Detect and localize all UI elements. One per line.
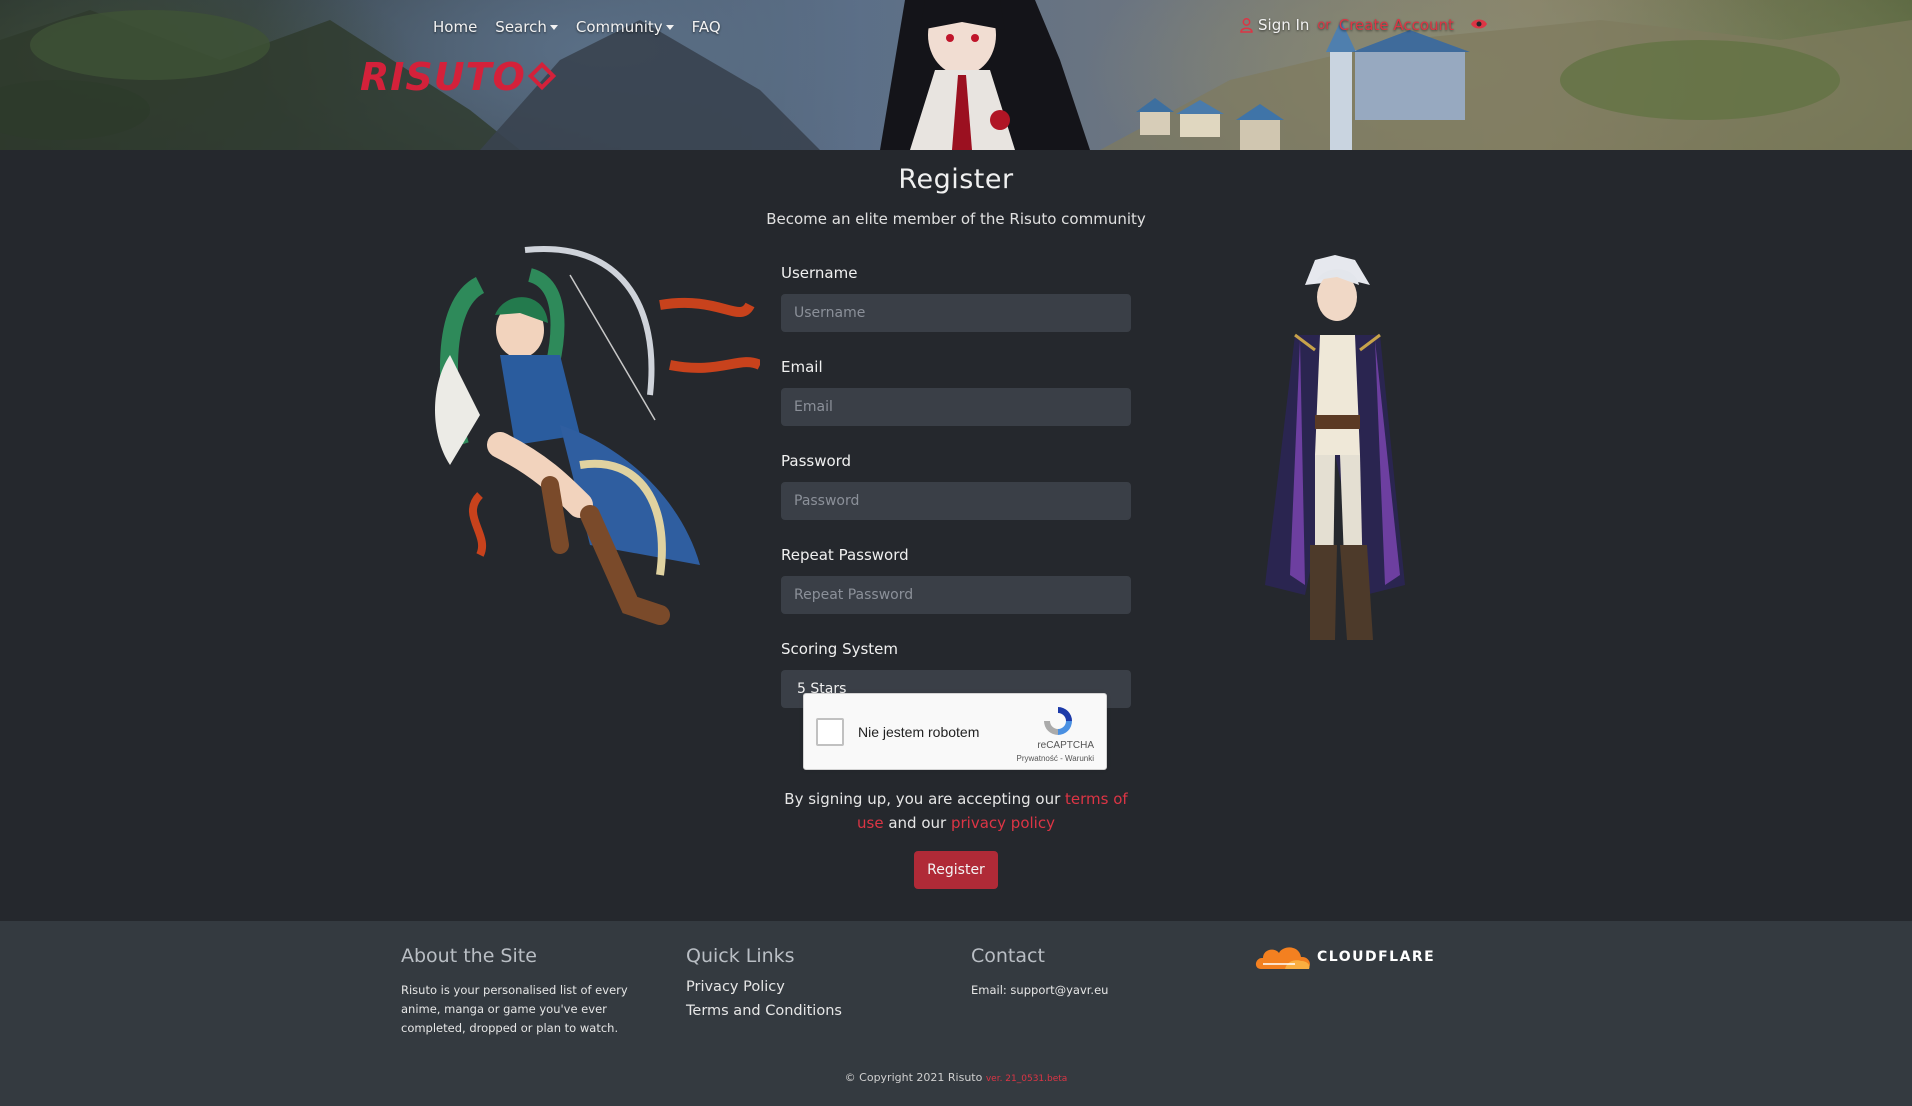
footer-quick-links-heading: Quick Links <box>686 945 795 967</box>
chevron-down-icon <box>665 25 674 30</box>
register-button[interactable]: Register <box>914 851 998 889</box>
repeat-password-field[interactable] <box>781 576 1131 614</box>
site-footer: About the Site Risuto is your personalis… <box>0 921 1912 1106</box>
terms-middle: and our <box>888 814 947 832</box>
nav-search-label: Search <box>495 18 547 36</box>
footer-about: About the Site Risuto is your personalis… <box>401 945 641 1038</box>
terms-prefix: By signing up, you are accepting our <box>784 790 1061 808</box>
privacy-policy-link[interactable]: privacy policy <box>951 814 1055 832</box>
password-label: Password <box>781 452 852 470</box>
username-label: Username <box>781 264 858 282</box>
banner-artwork <box>0 0 1912 150</box>
page-subtitle: Become an elite member of the Risuto com… <box>766 210 1146 228</box>
recaptcha-links[interactable]: Prywatność - Warunki <box>1017 754 1095 763</box>
mage-illustration <box>1265 255 1405 640</box>
copyright-text: © Copyright 2021 Risuto <box>844 1071 983 1084</box>
scoring-system-label: Scoring System <box>781 640 899 658</box>
footer-privacy-policy-link[interactable]: Privacy Policy <box>686 975 926 999</box>
recaptcha-brand: reCAPTCHA <box>1037 740 1094 751</box>
cloudflare-badge[interactable]: CLOUDFLARE <box>1255 943 1435 971</box>
archer-illustration <box>435 246 760 625</box>
footer-quick-links: Quick Links Privacy Policy Terms and Con… <box>686 945 926 1023</box>
logo-text: RISUTO <box>360 55 526 98</box>
footer-about-heading: About the Site <box>401 945 537 967</box>
footer-terms-link[interactable]: Terms and Conditions <box>686 999 926 1023</box>
footer-contact: Contact Email: support@yavr.eu <box>971 945 1211 1000</box>
page-title: Register <box>898 164 1014 195</box>
recaptcha-icon <box>1044 707 1072 735</box>
email-field[interactable] <box>781 388 1131 426</box>
create-account-link[interactable]: Create Account <box>1339 16 1454 34</box>
password-field[interactable] <box>781 482 1131 520</box>
footer-contact-heading: Contact <box>971 945 1045 967</box>
user-icon <box>1240 17 1253 33</box>
nav-faq[interactable]: FAQ <box>684 16 729 38</box>
copyright: © Copyright 2021 Risuto ver. 21_0531.bet… <box>0 1071 1912 1084</box>
risuto-logo[interactable]: RISUTO <box>360 52 560 98</box>
email-label: Email <box>781 358 823 376</box>
recaptcha-widget: Nie jestem robotem reCAPTCHA Prywatność … <box>803 693 1107 770</box>
header-banner: Home Search Community FAQ RISUTO Sign In… <box>0 0 1912 150</box>
recaptcha-checkbox[interactable] <box>816 718 844 746</box>
sign-in-link[interactable]: Sign In <box>1240 16 1309 34</box>
auth-links: Sign In or Create Account <box>1240 16 1488 34</box>
footer-contact-email[interactable]: Email: support@yavr.eu <box>971 981 1211 1000</box>
recaptcha-label: Nie jestem robotem <box>858 724 980 740</box>
theme-toggle[interactable] <box>1470 16 1488 34</box>
main-nav: Home Search Community FAQ <box>425 16 731 38</box>
username-field[interactable] <box>781 294 1131 332</box>
repeat-password-label: Repeat Password <box>781 546 909 564</box>
nav-search-dropdown[interactable]: Search <box>487 16 566 38</box>
version-label: ver. 21_0531.beta <box>985 1074 1068 1084</box>
register-form: Username Email Password Repeat Password … <box>781 264 1131 708</box>
auth-separator: or <box>1317 17 1331 33</box>
nav-community-label: Community <box>575 18 663 36</box>
nav-community-dropdown[interactable]: Community <box>568 16 682 38</box>
nav-home[interactable]: Home <box>425 16 485 38</box>
terms-notice: By signing up, you are accepting our ter… <box>781 787 1131 835</box>
cloudflare-wordmark: CLOUDFLARE <box>1317 949 1436 965</box>
footer-about-text: Risuto is your personalised list of ever… <box>401 983 628 1035</box>
sign-in-label: Sign In <box>1258 16 1310 34</box>
cloudflare-cloud-icon <box>1255 947 1310 969</box>
chevron-down-icon <box>549 25 558 30</box>
eye-icon <box>1470 19 1487 29</box>
